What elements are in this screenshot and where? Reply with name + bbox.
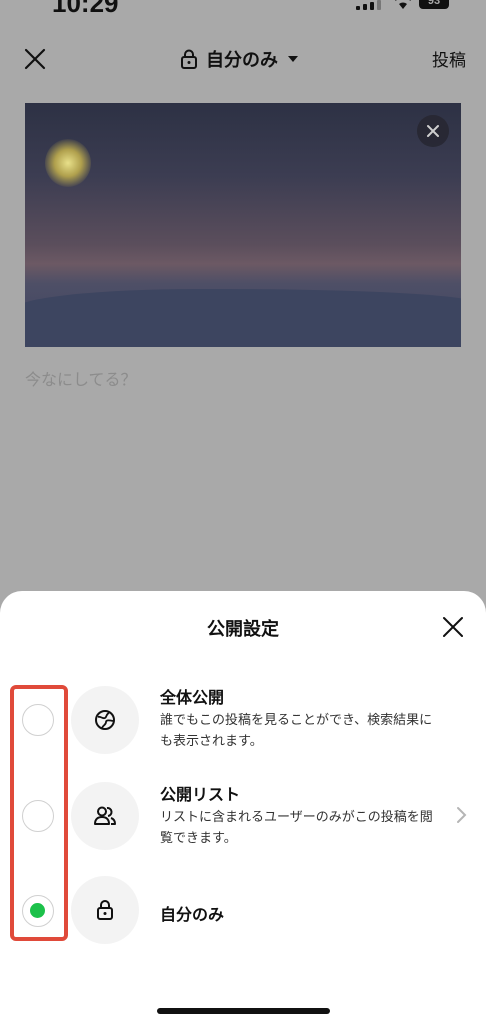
option-public[interactable]: 全体公開 誰でもこの投稿を見ることができ、検索結果にも表示されます。 [0,684,486,774]
globe-icon-wrap [71,686,139,754]
caret-down-icon [288,56,298,62]
option-description: 誰でもこの投稿を見ることができ、検索結果にも表示されます。 [160,713,433,749]
globe-icon [95,710,115,730]
option-title: 自分のみ [160,905,225,924]
close-icon[interactable] [441,615,465,639]
lock-icon [97,900,113,920]
close-icon[interactable] [22,46,48,72]
status-time: 10:29 [52,0,119,18]
wifi-icon [395,0,411,9]
chevron-right-icon[interactable] [455,806,467,824]
privacy-label: 自分のみ [206,50,278,71]
option-title: 公開リスト [160,785,241,804]
photo-light [45,139,91,187]
lock-icon-wrap [71,876,139,944]
compose-input[interactable]: 今なにしてる？ [25,366,137,390]
remove-photo-icon[interactable] [417,115,449,147]
photo-hill [25,289,461,347]
privacy-sheet: 公開設定 全体公開 誰でもこの投稿を見ることができ、検索結果にも表示されます。 [0,591,486,1024]
attached-photo [25,103,461,347]
lock-icon [181,49,197,69]
option-public-list[interactable]: 公開リスト リストに含まれるユーザーのみがこの投稿を閲覧できます。 [0,779,486,869]
people-icon-wrap [71,782,139,850]
signal-icon [356,0,381,10]
sheet-title: 公開設定 [207,619,279,640]
option-title: 全体公開 [160,688,225,707]
battery-icon: 93 [419,0,449,9]
option-only-me[interactable]: 自分のみ [0,874,486,964]
privacy-selector[interactable]: 自分のみ [180,44,298,74]
people-icon [94,806,116,825]
option-description: リストに含まれるユーザーのみがこの投稿を閲覧できます。 [160,810,433,846]
composer-topbar: 自分のみ 投稿 [0,36,486,80]
home-indicator[interactable] [157,1008,330,1014]
radio-highlight-annotation [10,685,68,941]
status-bar: 10:29 93 [0,0,486,18]
post-button[interactable]: 投稿 [432,46,466,71]
